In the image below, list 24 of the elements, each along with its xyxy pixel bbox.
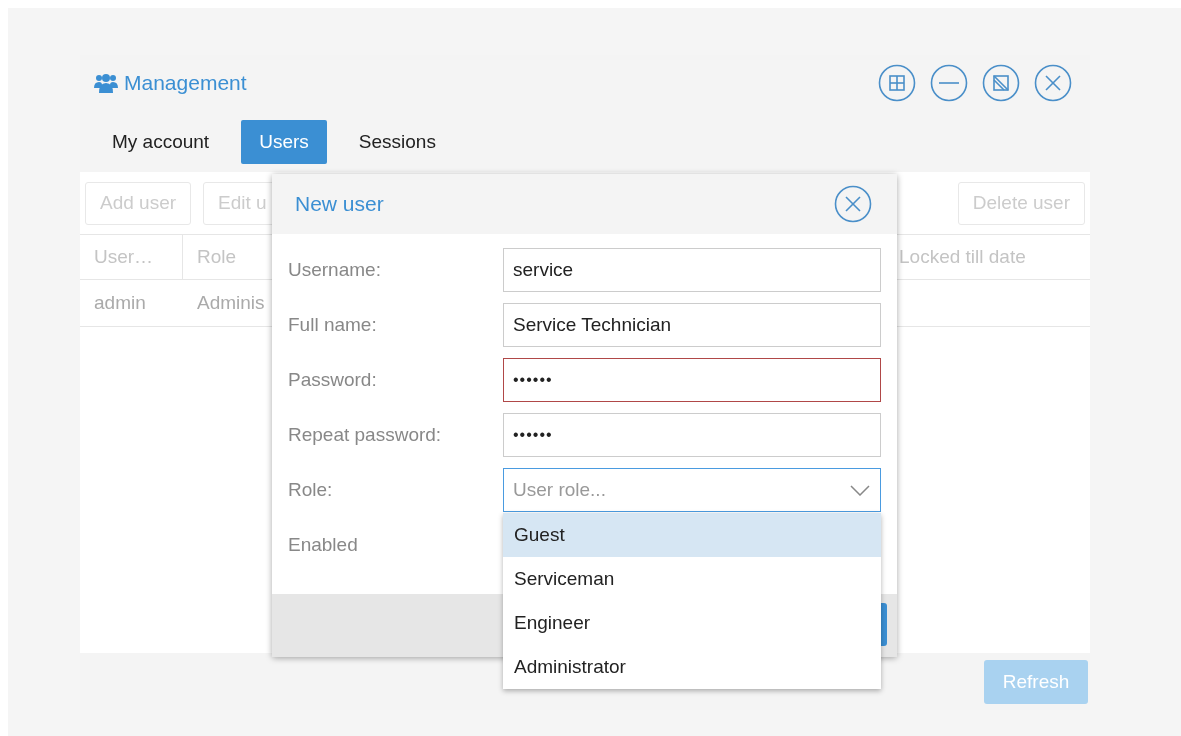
dialog-title: New user <box>295 192 384 216</box>
close-icon[interactable] <box>1034 63 1072 102</box>
password-field[interactable]: •••••• <box>503 413 881 457</box>
field-label: Enabled <box>288 534 359 556</box>
dropdown-option[interactable]: Serviceman <box>503 557 881 601</box>
table-cell: admin <box>80 280 183 327</box>
minimize-icon[interactable] <box>930 63 968 102</box>
field-label: Role: <box>288 479 334 501</box>
tab[interactable]: My account <box>94 120 228 164</box>
tab[interactable]: Sessions <box>340 120 454 164</box>
chevron-down-icon <box>850 484 870 496</box>
input-field[interactable]: Service Technician <box>503 303 881 347</box>
field-label: Repeat password: <box>288 424 443 446</box>
dropdown-option[interactable]: Guest <box>503 513 881 557</box>
input-field[interactable]: service <box>503 248 881 292</box>
field-label: Password: <box>288 369 378 391</box>
password-field[interactable]: •••••• <box>503 358 881 402</box>
dropdown-option[interactable]: Administrator <box>503 645 881 689</box>
resize-icon[interactable] <box>982 63 1020 102</box>
grid-icon[interactable] <box>878 63 916 102</box>
users-icon <box>94 72 118 93</box>
close-icon[interactable] <box>834 185 872 223</box>
field-label: Username: <box>288 259 382 281</box>
window-title: Management <box>124 70 247 95</box>
